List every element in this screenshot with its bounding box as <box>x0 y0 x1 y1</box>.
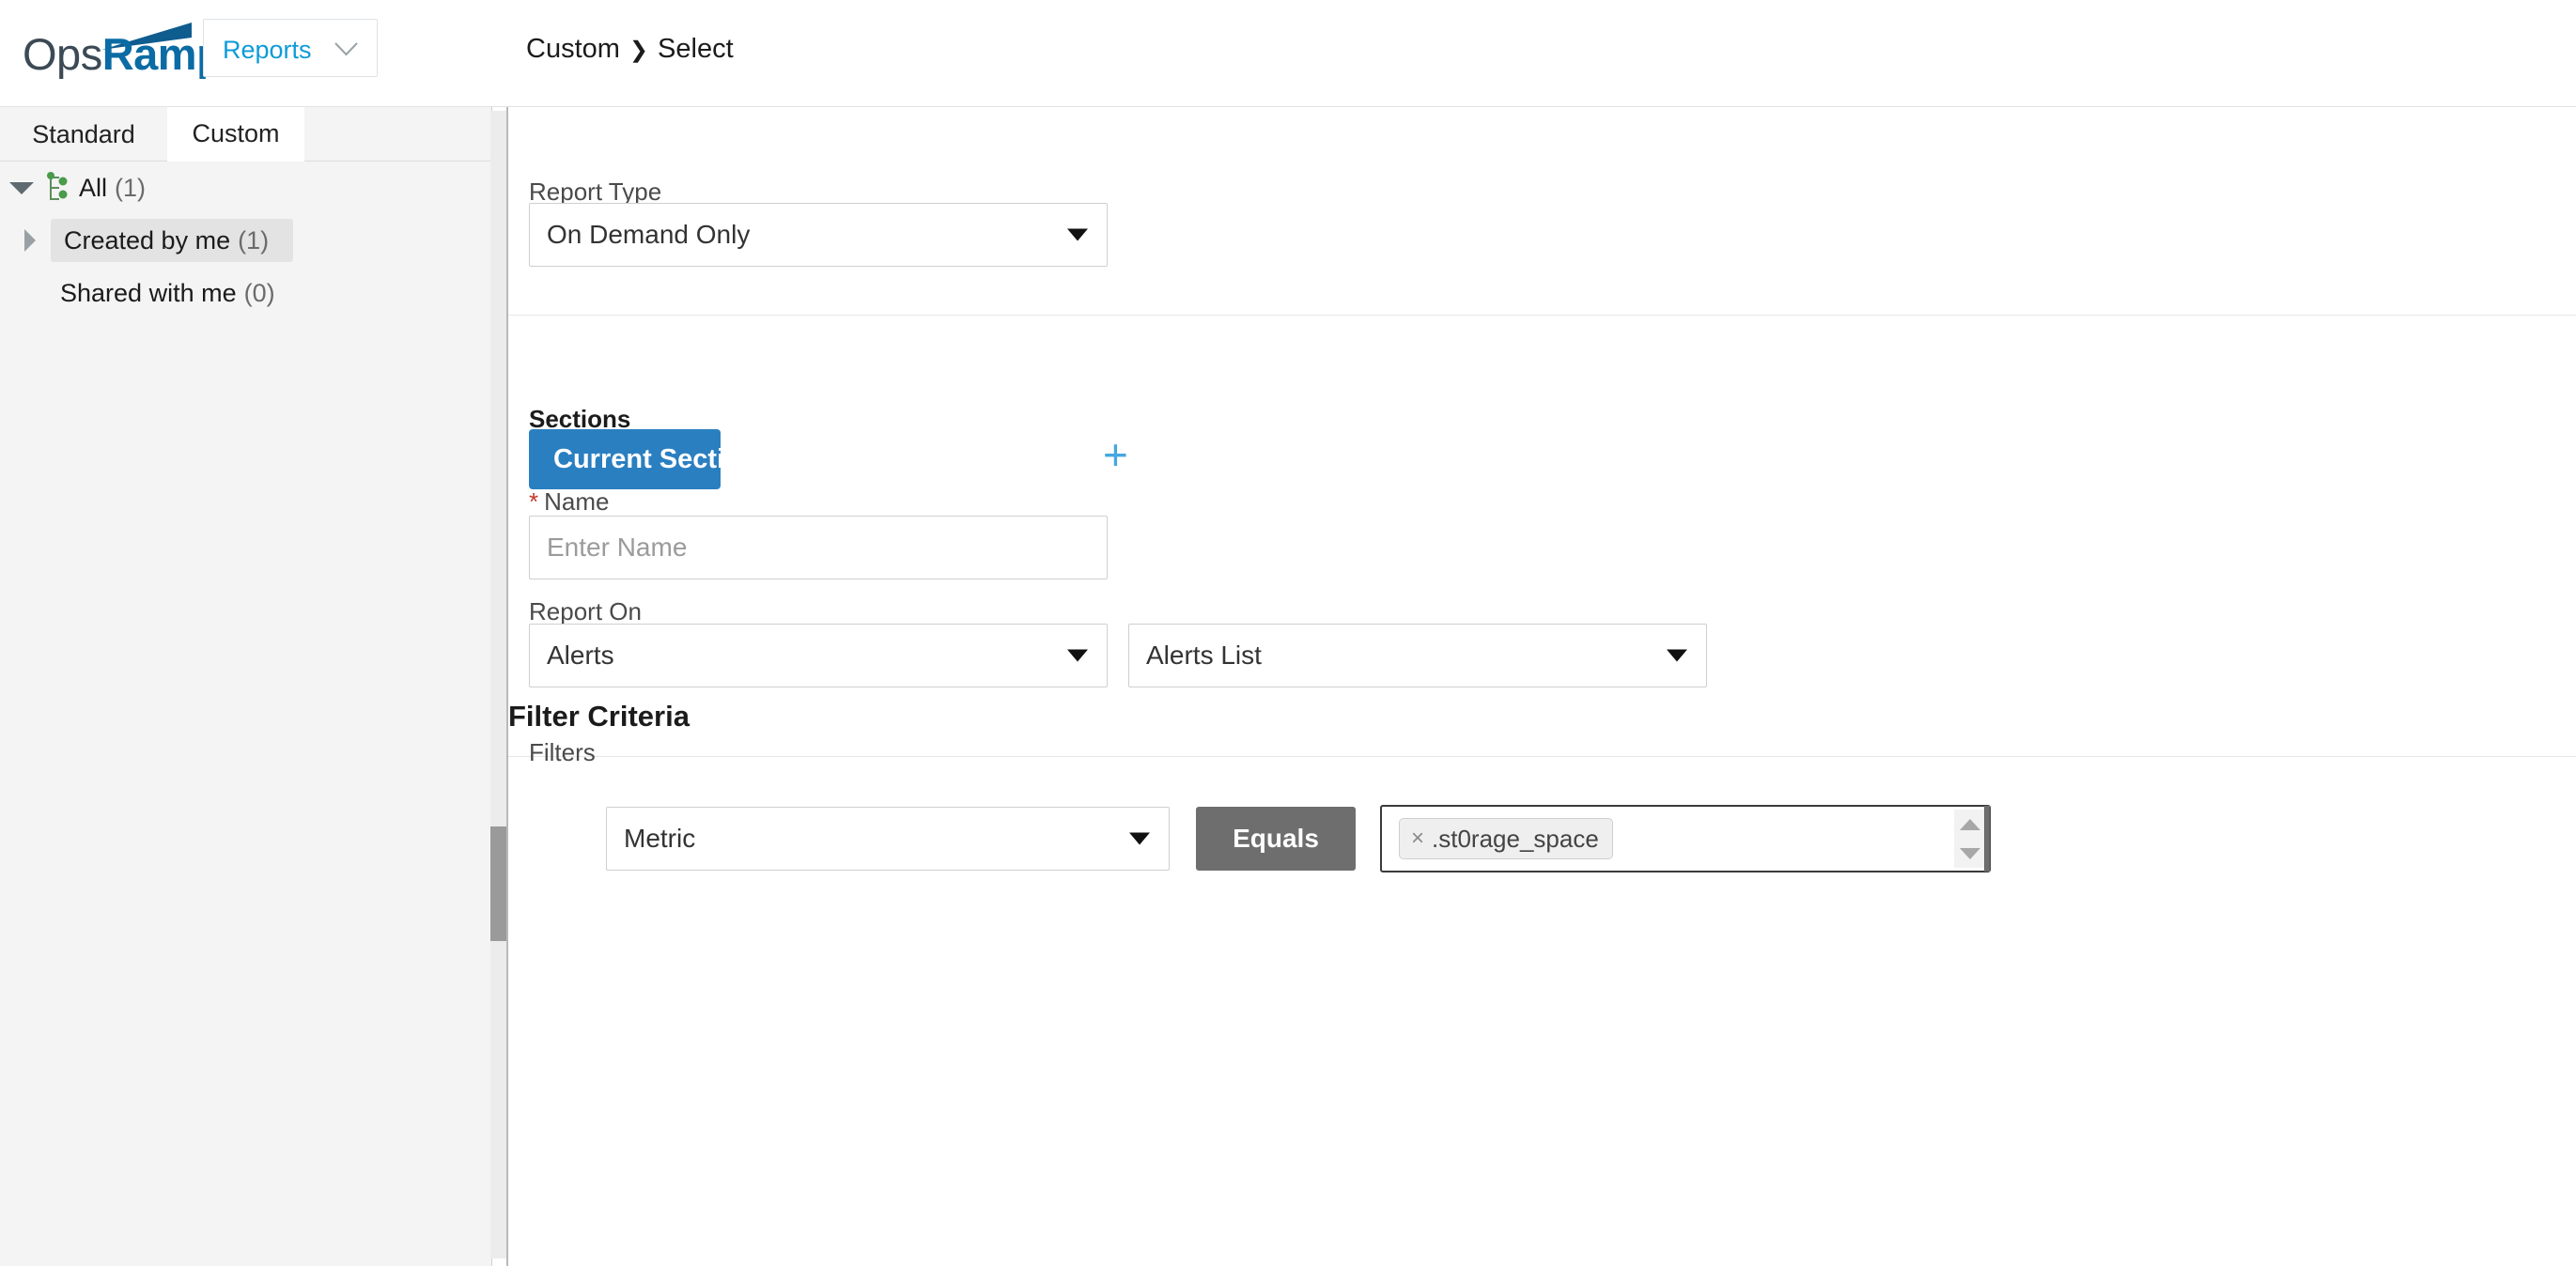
logo-text: OpsRamp <box>23 29 224 79</box>
tree-node-all-count: (1) <box>115 173 147 202</box>
sidebar-scrollbar-track[interactable] <box>490 111 506 1258</box>
filter-attribute-select[interactable]: Metric <box>606 807 1170 871</box>
filters-label: Filters <box>529 738 596 766</box>
sidebar-scrollbar-thumb[interactable] <box>490 826 506 941</box>
report-on-primary-value: Alerts <box>547 641 614 670</box>
logo-text-ops: Ops <box>23 29 102 79</box>
section-chip-label: Current Section <box>553 443 758 474</box>
tab-standard[interactable]: Standard <box>0 107 167 162</box>
report-type-value: On Demand Only <box>547 220 751 249</box>
tree-node-all-label: All <box>79 173 108 202</box>
chevron-down-icon <box>1067 649 1088 662</box>
filter-operator-label: Equals <box>1233 824 1319 853</box>
section-chip-remove-icon[interactable]: x <box>790 445 802 474</box>
sidebar-tabs: Standard Custom <box>0 107 492 162</box>
caret-down-icon[interactable] <box>9 181 34 194</box>
section-divider-2 <box>508 756 2576 757</box>
chevron-down-icon <box>1667 649 1687 662</box>
caret-right-icon[interactable] <box>24 229 36 252</box>
report-on-primary-select[interactable]: Alerts <box>529 624 1108 687</box>
report-on-secondary-value: Alerts List <box>1146 641 1262 670</box>
breadcrumb-separator-icon: ❯ <box>628 38 649 63</box>
tree-node-shared-with-me[interactable]: Shared with me (0) <box>0 267 492 319</box>
breadcrumb-current: Select <box>658 34 734 64</box>
tag-remove-icon[interactable]: × <box>1411 826 1424 852</box>
chevron-down-icon <box>1067 228 1088 241</box>
name-input[interactable]: Enter Name <box>529 516 1108 579</box>
report-on-secondary-select[interactable]: Alerts List <box>1128 624 1707 687</box>
name-label-text: Name <box>544 487 610 516</box>
sitemap-icon <box>47 172 68 200</box>
tree-node-created-by-me-pill[interactable]: Created by me (1) <box>51 219 294 262</box>
tab-standard-label: Standard <box>32 119 135 148</box>
report-type-select[interactable]: On Demand Only <box>529 203 1108 267</box>
main-content: Report Type On Demand Only Sections Curr… <box>508 107 2576 1266</box>
breadcrumb: Custom ❯ Select <box>526 34 734 65</box>
chevron-down-icon <box>334 42 358 56</box>
filter-value-tag[interactable]: × .st0rage_space <box>1399 818 1613 859</box>
name-input-placeholder: Enter Name <box>547 533 688 562</box>
tab-custom[interactable]: Custom <box>167 107 304 162</box>
filter-criteria-heading: Filter Criteria <box>508 700 690 733</box>
opsramp-logo[interactable]: OpsRamp <box>23 21 224 79</box>
top-bar: OpsRamp Reports Custom ❯ Select <box>0 0 2576 107</box>
tag-label: .st0rage_space <box>1432 824 1599 853</box>
report-on-label: Report On <box>529 597 642 625</box>
module-selector[interactable]: Reports <box>203 19 378 77</box>
required-marker: * <box>529 487 539 516</box>
tree-node-shared-with-me-count: (0) <box>243 278 275 307</box>
filter-operator-button[interactable]: Equals <box>1196 807 1356 871</box>
tree-node-shared-with-me-label: Shared with me <box>60 278 237 307</box>
module-selector-label: Reports <box>223 36 312 64</box>
spinner-down-icon[interactable] <box>1960 847 1980 859</box>
breadcrumb-parent[interactable]: Custom <box>526 34 620 64</box>
tree-node-created-by-me-count: (1) <box>238 225 270 255</box>
name-label: * Name <box>529 487 609 517</box>
section-chip-current[interactable]: Current Section x <box>529 429 802 489</box>
spinner-up-icon[interactable] <box>1960 818 1980 830</box>
sidebar: Standard Custom All (1) Created by me (1… <box>0 107 492 1266</box>
filter-attribute-value: Metric <box>624 824 696 853</box>
chevron-down-icon <box>1129 832 1150 845</box>
add-section-button[interactable]: + <box>1103 433 1128 476</box>
filter-value-scrollbar[interactable] <box>1984 806 1990 872</box>
filter-value-tagbox[interactable]: × .st0rage_space <box>1380 805 1991 872</box>
filter-value-spinner[interactable] <box>1954 810 1986 868</box>
report-tree: All (1) Created by me (1) Shared with me… <box>0 162 492 319</box>
tree-node-all[interactable]: All (1) <box>0 162 492 214</box>
tab-custom-label: Custom <box>192 119 280 147</box>
tree-node-created-by-me-label: Created by me <box>64 225 231 255</box>
tree-node-created-by-me[interactable]: Created by me (1) <box>0 214 492 267</box>
section-divider-1 <box>508 315 2576 316</box>
